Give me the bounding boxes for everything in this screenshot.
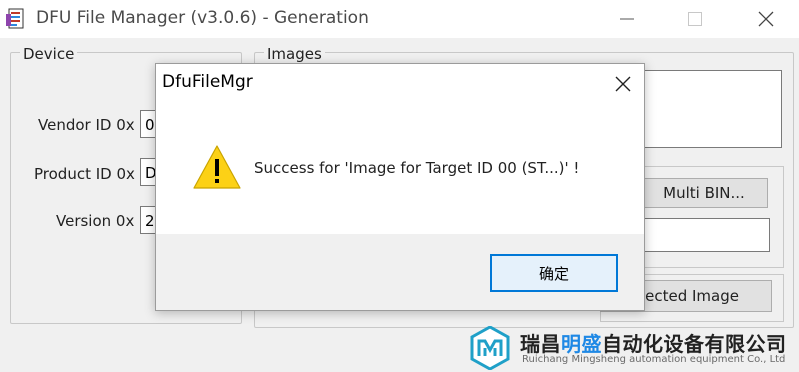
dialog-message: Success for 'Image for Target ID 00 (ST.… [254, 159, 580, 177]
dialog-close-button[interactable] [608, 70, 638, 98]
dfu-app-icon [6, 8, 24, 29]
image-path-input[interactable] [640, 218, 770, 252]
vendor-id-label: Vendor ID 0x [38, 116, 135, 134]
maximize-icon [688, 12, 702, 26]
version-label: Version 0x [56, 212, 135, 230]
company-name-part2: 自动化设备有限公司 [602, 332, 787, 356]
company-name-highlight: 明盛 [561, 332, 602, 356]
device-group-title: Device [20, 45, 78, 63]
title-bar: DFU File Manager (v3.0.6) - Generation [0, 0, 799, 38]
window-title: DFU File Manager (v3.0.6) - Generation [36, 8, 369, 28]
minimize-button[interactable] [604, 0, 650, 38]
company-watermark: 瑞昌明盛自动化设备有限公司 Ruichang Mingsheng automat… [470, 326, 799, 372]
message-dialog: DfuFileMgr Success for 'Image for Target… [155, 63, 645, 311]
ok-button[interactable]: 确定 [490, 254, 618, 292]
close-icon [615, 76, 631, 92]
minimize-icon [620, 18, 634, 20]
maximize-button[interactable] [672, 0, 718, 38]
company-name: 瑞昌明盛自动化设备有限公司 [520, 328, 787, 357]
company-english-name: Ruichang Mingsheng automation equipment … [522, 354, 786, 365]
multi-bin-button[interactable]: Multi BIN... [640, 178, 768, 208]
images-group-title: Images [264, 45, 325, 63]
company-name-part1: 瑞昌 [520, 332, 561, 356]
dialog-title: DfuFileMgr [162, 72, 253, 92]
product-id-label: Product ID 0x [34, 165, 135, 183]
company-logo-icon [470, 326, 510, 370]
close-icon [758, 11, 774, 27]
dialog-footer: 确定 [156, 234, 644, 310]
window-close-button[interactable] [743, 0, 789, 38]
warning-icon [193, 145, 241, 189]
